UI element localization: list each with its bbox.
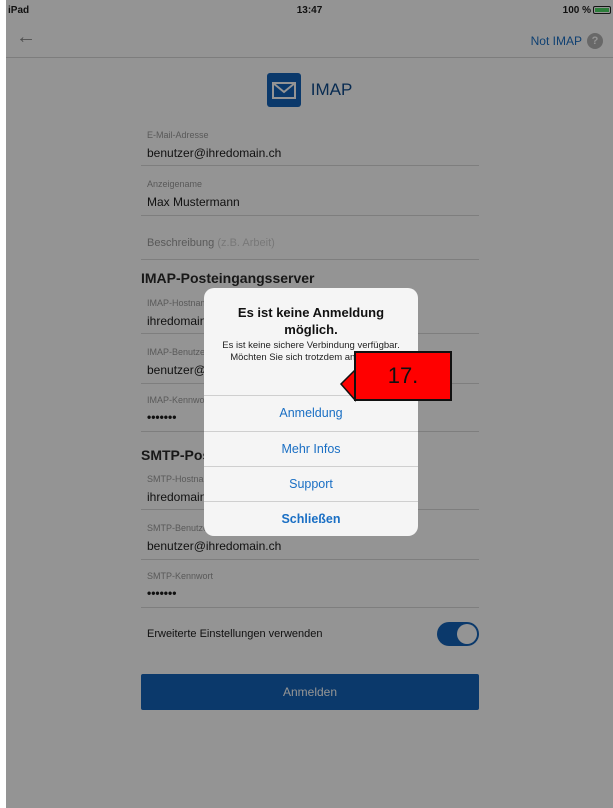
callout-pointer xyxy=(339,368,356,402)
step-callout: 17. xyxy=(354,351,452,401)
screen: iPad 13:47 100 % ← Not IMAP ? IMAP E-Mai… xyxy=(6,0,613,808)
